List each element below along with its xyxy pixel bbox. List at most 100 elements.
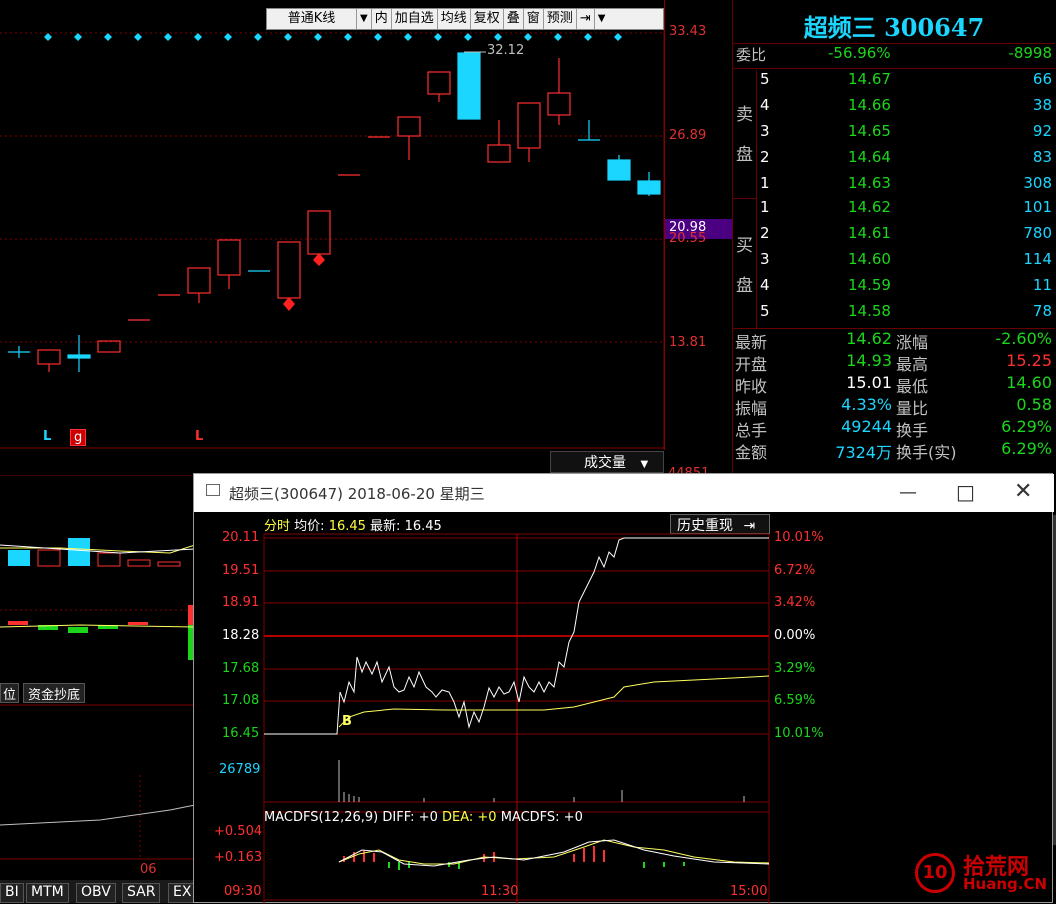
- kline-type-select[interactable]: 普通K线: [267, 9, 357, 29]
- popup-titlebar[interactable]: 超频三(300647) 2018-06-20 星期三 — □ ✕: [194, 474, 1054, 512]
- adjust-button[interactable]: 复权: [471, 9, 504, 29]
- stat-value: 14.93: [846, 351, 892, 370]
- inner-button[interactable]: 内: [372, 9, 392, 29]
- overlay-button[interactable]: 叠: [504, 9, 524, 29]
- stat-label: 最低: [896, 377, 929, 396]
- right-pct-tick: 0.00%: [774, 628, 816, 643]
- marker-g: g: [70, 429, 87, 446]
- volume: 101: [1023, 198, 1052, 216]
- right-pct-tick: 6.72%: [774, 563, 816, 578]
- stat-value: 7324万: [835, 443, 892, 462]
- stat-value: 15.01: [846, 373, 892, 392]
- tab-fund-bottom[interactable]: 资金抄底: [23, 683, 86, 703]
- more-icon[interactable]: ▼: [595, 9, 609, 29]
- tab-bi[interactable]: BI: [0, 883, 24, 903]
- month-label: 06: [140, 862, 157, 877]
- level: 4: [760, 276, 770, 294]
- current-price-tag: 20.98: [669, 220, 707, 235]
- volume-label: 成交量: [584, 455, 626, 471]
- kline-svg: [0, 30, 732, 450]
- volume: 11: [1032, 276, 1052, 294]
- volume: 83: [1032, 148, 1052, 166]
- stat-value: 15.25: [1006, 351, 1052, 370]
- tab-left[interactable]: 位: [0, 683, 20, 703]
- buy-level-row[interactable]: 3 14.60 114: [733, 250, 1055, 276]
- volume-selector[interactable]: 成交量 ▼: [550, 451, 664, 473]
- volume: 308: [1023, 174, 1052, 192]
- price: 14.60: [848, 250, 891, 268]
- sell-level-row[interactable]: 3 14.65 92: [733, 122, 1055, 148]
- volume: 92: [1032, 122, 1052, 140]
- level: 2: [760, 148, 770, 166]
- stat-label: 换手: [896, 421, 929, 440]
- stat-value: 4.33%: [841, 395, 892, 414]
- macd-label: MACDFS(12,26,9): [264, 810, 379, 825]
- stat-value: 0.58: [1016, 395, 1052, 414]
- tab-obv[interactable]: OBV: [76, 883, 116, 903]
- sell-level-row[interactable]: 5 14.67 66: [733, 70, 1055, 96]
- buy-level-row[interactable]: 5 14.58 78: [733, 302, 1055, 328]
- left-indicator-svg: [0, 475, 195, 860]
- macd-header: MACDFS(12,26,9) DIFF: +0 DEA: +0 MACDFS:…: [264, 810, 583, 825]
- left-price-tick: 18.91: [222, 595, 260, 610]
- sell-level-row[interactable]: 1 14.63 308: [733, 174, 1055, 200]
- buy-mark: B: [342, 714, 352, 729]
- stat-label: 量比: [896, 399, 929, 418]
- stat-value: 14.60: [1006, 373, 1052, 392]
- kline-toolbar: 普通K线 ▼ 内 加自选 均线 复权 叠 窗 预测 ⇥ ▼: [266, 8, 664, 30]
- level: 1: [760, 174, 770, 192]
- left-price-tick: 17.68: [222, 661, 260, 676]
- buy-level-row[interactable]: 2 14.61 780: [733, 224, 1055, 250]
- volume: 38: [1032, 96, 1052, 114]
- right-pct-tick: 3.42%: [774, 595, 816, 610]
- price: 14.58: [848, 302, 891, 320]
- stat-label: 昨收: [735, 377, 768, 396]
- right-pct-tick: 10.01%: [774, 530, 824, 545]
- weibi-val: -8998: [1008, 44, 1052, 62]
- window-icon: [206, 484, 220, 496]
- maximize-icon[interactable]: □: [956, 480, 975, 504]
- close-icon[interactable]: ✕: [1014, 479, 1032, 504]
- right-pct-tick: 10.01%: [774, 726, 824, 741]
- stat-value: 49244: [841, 417, 892, 436]
- left-price-tick: 16.45: [222, 726, 260, 741]
- time-label: 15:00: [730, 884, 768, 899]
- price: 14.62: [848, 198, 891, 216]
- buy-level-row[interactable]: 1 14.62 101: [733, 198, 1055, 224]
- quote-panel: 超频三 300647 委比 -56.96% -8998 卖 盘 买 盘 最新 14…: [732, 0, 1056, 480]
- right-pct-tick: 6.59%: [774, 693, 816, 708]
- tab-mtm[interactable]: MTM: [26, 883, 69, 903]
- level: 5: [760, 70, 770, 88]
- marker-l: L: [43, 429, 52, 444]
- price: 14.59: [848, 276, 891, 294]
- stat-label: 涨幅: [896, 333, 929, 352]
- price-tick: 13.81: [669, 335, 707, 350]
- time-label: 09:30: [224, 884, 262, 899]
- stat-value: 14.62: [846, 329, 892, 348]
- weibi-label: 委比: [736, 46, 767, 64]
- stat-value: 6.29%: [1001, 439, 1052, 458]
- stock-title: 超频三 300647: [803, 13, 985, 42]
- stat-label: 最新: [735, 333, 768, 352]
- ma-button[interactable]: 均线: [438, 9, 471, 29]
- time-label: 11:30: [481, 884, 519, 899]
- level: 5: [760, 302, 770, 320]
- stat-label: 开盘: [735, 355, 768, 374]
- minimize-icon[interactable]: —: [899, 482, 917, 503]
- dropdown-icon[interactable]: ▼: [357, 9, 372, 29]
- kline-chart[interactable]: [0, 0, 732, 450]
- volume: 780: [1023, 224, 1052, 242]
- expand-icon[interactable]: ⇥: [577, 9, 595, 29]
- buy-level-row[interactable]: 4 14.59 11: [733, 276, 1055, 302]
- bottom-indicator-tabs: BI MTM OBV SAR EX: [0, 880, 197, 903]
- add-watchlist-button[interactable]: 加自选: [392, 9, 438, 29]
- sell-level-row[interactable]: 2 14.64 83: [733, 148, 1055, 174]
- popup-title: 超频三(300647) 2018-06-20 星期三: [229, 485, 485, 503]
- tab-sar[interactable]: SAR: [122, 883, 161, 903]
- volume: 66: [1032, 70, 1052, 88]
- window-button[interactable]: 窗: [524, 9, 544, 29]
- forecast-button[interactable]: 预测: [544, 9, 577, 29]
- left-price-tick: 18.28: [222, 628, 260, 643]
- intraday-popup[interactable]: 超频三(300647) 2018-06-20 星期三 — □ ✕ 分时 均价: …: [193, 473, 1054, 904]
- sell-level-row[interactable]: 4 14.66 38: [733, 96, 1055, 122]
